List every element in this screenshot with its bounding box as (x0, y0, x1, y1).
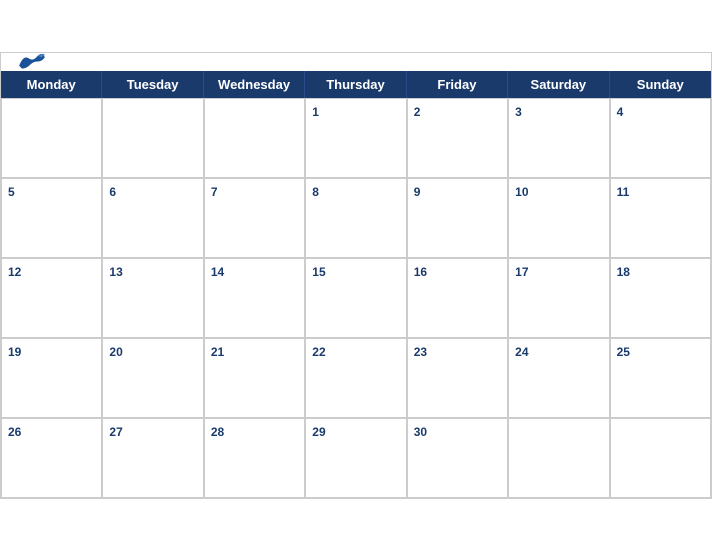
day-cell: 4 (610, 98, 711, 178)
day-number: 8 (312, 185, 319, 199)
day-number: 18 (617, 265, 630, 279)
day-cell: 10 (508, 178, 609, 258)
day-name-wednesday: Wednesday (204, 71, 305, 98)
day-number: 25 (617, 345, 630, 359)
day-number: 4 (617, 105, 624, 119)
day-number: 10 (515, 185, 528, 199)
day-number: 26 (8, 425, 21, 439)
day-number: 24 (515, 345, 528, 359)
day-number: 20 (109, 345, 122, 359)
day-cell: 11 (610, 178, 711, 258)
day-number: 5 (8, 185, 15, 199)
day-number: 16 (414, 265, 427, 279)
day-cell: 14 (204, 258, 305, 338)
day-cell: 6 (102, 178, 203, 258)
day-cell (610, 418, 711, 498)
day-cell: 2 (407, 98, 508, 178)
day-cell: 22 (305, 338, 406, 418)
day-name-monday: Monday (1, 71, 102, 98)
day-cell: 24 (508, 338, 609, 418)
day-cell: 29 (305, 418, 406, 498)
day-number: 14 (211, 265, 224, 279)
day-number: 21 (211, 345, 224, 359)
logo (17, 51, 47, 72)
day-number: 15 (312, 265, 325, 279)
day-cell (204, 98, 305, 178)
day-cell: 21 (204, 338, 305, 418)
day-name-saturday: Saturday (508, 71, 609, 98)
day-cell: 17 (508, 258, 609, 338)
day-number: 11 (617, 185, 630, 199)
day-number: 7 (211, 185, 218, 199)
days-header: MondayTuesdayWednesdayThursdayFridaySatu… (1, 71, 711, 98)
day-cell: 13 (102, 258, 203, 338)
day-number: 1 (312, 105, 319, 119)
day-name-tuesday: Tuesday (102, 71, 203, 98)
day-cell: 15 (305, 258, 406, 338)
day-cell: 5 (1, 178, 102, 258)
day-cell: 20 (102, 338, 203, 418)
day-number: 2 (414, 105, 421, 119)
day-cell: 1 (305, 98, 406, 178)
day-number: 28 (211, 425, 224, 439)
day-number: 23 (414, 345, 427, 359)
day-cell: 26 (1, 418, 102, 498)
day-number: 6 (109, 185, 116, 199)
day-cell: 3 (508, 98, 609, 178)
day-cell: 25 (610, 338, 711, 418)
day-number: 13 (109, 265, 122, 279)
day-name-thursday: Thursday (305, 71, 406, 98)
day-cell: 7 (204, 178, 305, 258)
day-cell: 19 (1, 338, 102, 418)
day-number: 27 (109, 425, 122, 439)
day-cell: 30 (407, 418, 508, 498)
day-name-friday: Friday (407, 71, 508, 98)
day-cell: 16 (407, 258, 508, 338)
calendar-header (1, 53, 711, 71)
day-cell: 27 (102, 418, 203, 498)
day-cell: 23 (407, 338, 508, 418)
day-number: 17 (515, 265, 528, 279)
day-cell (1, 98, 102, 178)
calendar-grid: 1234567891011121314151617181920212223242… (1, 98, 711, 498)
day-cell: 18 (610, 258, 711, 338)
day-number: 9 (414, 185, 421, 199)
day-cell: 9 (407, 178, 508, 258)
day-number: 3 (515, 105, 522, 119)
day-number: 19 (8, 345, 21, 359)
day-cell: 8 (305, 178, 406, 258)
day-cell (102, 98, 203, 178)
day-name-sunday: Sunday (610, 71, 711, 98)
day-number: 22 (312, 345, 325, 359)
day-cell: 12 (1, 258, 102, 338)
day-cell (508, 418, 609, 498)
day-cell: 28 (204, 418, 305, 498)
day-number: 12 (8, 265, 21, 279)
calendar-container: MondayTuesdayWednesdayThursdayFridaySatu… (0, 52, 712, 499)
day-number: 29 (312, 425, 325, 439)
day-number: 30 (414, 425, 427, 439)
